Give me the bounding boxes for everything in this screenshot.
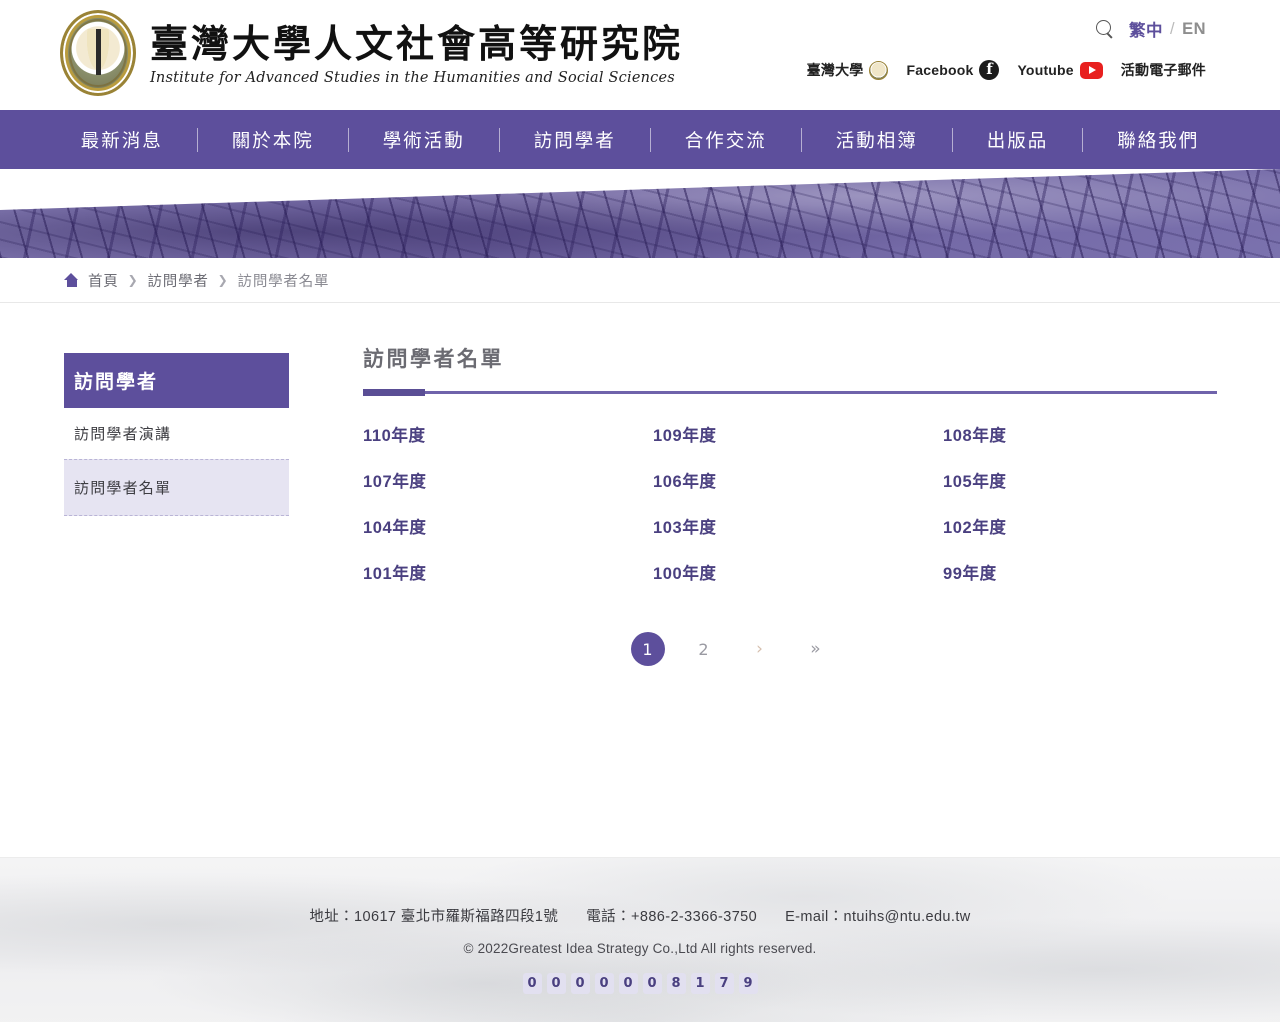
header-link-mail[interactable]: 活動電子郵件 [1121,60,1206,80]
site-footer: 地址：10617 臺北市羅斯福路四段1號 電話：+886-2-3366-3750… [0,857,1280,1022]
footer-address: 地址：10617 臺北市羅斯福路四段1號 [309,909,559,925]
sidebar-heading: 訪問學者 [64,353,289,408]
year-link[interactable]: 100年度 [653,560,943,584]
counter-digit: 7 [714,973,734,994]
youtube-icon [1079,61,1103,79]
counter-digit: 0 [546,973,566,994]
breadcrumb-item-visiting-scholars[interactable]: 訪問學者 [147,270,208,291]
nav-item-news[interactable]: 最新消息 [47,127,197,153]
lang-en-button[interactable]: EN [1182,20,1206,39]
footer-phone: 電話：+886-2-3366-3750 [586,909,758,925]
year-link[interactable]: 106年度 [653,468,943,492]
header-link-ntu[interactable]: 臺灣大學 [807,60,889,80]
sidebar-item-scholar-list[interactable]: 訪問學者名單 [64,459,289,516]
visitor-counter: 0 0 0 0 0 0 8 1 7 9 [0,973,1280,994]
sidebar-item-scholar-lectures[interactable]: 訪問學者演講 [64,408,289,459]
pagination-next-button[interactable]: › [743,632,777,666]
title-underline [363,389,1217,396]
header-external-links: 臺灣大學 Facebook Youtube 活動電子郵件 [807,60,1206,80]
footer-email[interactable]: E-mail：ntuihs@ntu.edu.tw [785,905,971,926]
year-link[interactable]: 107年度 [363,468,653,492]
counter-digit: 0 [618,973,638,994]
footer-contact-info: 地址：10617 臺北市羅斯福路四段1號 電話：+886-2-3366-3750… [0,905,1280,926]
nav-item-publications[interactable]: 出版品 [953,127,1083,153]
page-title: 訪問學者名單 [363,348,504,371]
year-link[interactable]: 104年度 [363,514,653,538]
nav-item-contact[interactable]: 聯絡我們 [1083,127,1233,153]
breadcrumb: 首頁 ❯ 訪問學者 ❯ 訪問學者名單 [64,270,329,291]
nav-item-cooperation[interactable]: 合作交流 [651,127,801,153]
chevron-right-icon: ❯ [217,273,229,287]
sidebar: 訪問學者 訪問學者演講 訪問學者名單 [64,353,289,516]
language-switcher: 繁中 / EN [1129,17,1206,41]
facebook-icon [979,60,1000,80]
lang-separator: / [1169,19,1176,38]
counter-digit: 0 [594,973,614,994]
home-icon[interactable] [64,273,79,287]
header-utilities: 繁中 / EN [1095,17,1206,41]
nav-item-visiting-scholars[interactable]: 訪問學者 [500,127,650,153]
year-link[interactable]: 109年度 [653,422,943,446]
main-navigation: 最新消息 關於本院 學術活動 訪問學者 合作交流 活動相簿 出版品 聯絡我們 [0,110,1280,169]
logo-text: 臺灣大學人文社會高等研究院 Institute for Advanced Stu… [150,20,683,87]
year-link[interactable]: 103年度 [653,514,943,538]
breadcrumb-item-current: 訪問學者名單 [237,273,330,290]
counter-digit: 0 [570,973,590,994]
main-panel: 訪問學者名單 110年度 109年度 108年度 107年度 106年度 105… [363,343,1217,666]
counter-digit: 0 [642,973,662,994]
nav-item-photo-album[interactable]: 活動相簿 [802,127,952,153]
year-link[interactable]: 101年度 [363,560,653,584]
counter-digit: 0 [522,973,542,994]
site-header: 臺灣大學人文社會高等研究院 Institute for Advanced Stu… [0,0,1280,110]
hero-banner-image [0,169,1280,258]
pagination-page-1[interactable]: 1 [630,632,665,666]
year-link[interactable]: 105年度 [943,468,1007,492]
footer-copyright: © 2022Greatest Idea Strategy Co.,Ltd All… [463,941,817,956]
chevron-right-icon: ❯ [127,273,139,287]
year-link[interactable]: 99年度 [943,560,997,584]
pagination-last-button[interactable]: » [799,632,833,666]
breadcrumb-item-home[interactable]: 首頁 [88,270,119,291]
breadcrumb-bar: 首頁 ❯ 訪問學者 ❯ 訪問學者名單 [0,258,1280,303]
pagination-page-2[interactable]: 2 [687,632,721,666]
header-link-mail-label: 活動電子郵件 [1120,62,1206,78]
pagination: 1 2 › » [363,632,1217,666]
counter-digit: 8 [666,973,686,994]
year-link-grid: 110年度 109年度 108年度 107年度 106年度 105年度 104年… [363,422,1217,584]
ntu-seal-icon [60,10,136,96]
counter-digit: 1 [690,973,710,994]
year-link[interactable]: 102年度 [943,514,1007,538]
header-link-ntu-label: 臺灣大學 [806,62,864,78]
header-link-facebook-label: Facebook [906,62,974,78]
search-icon[interactable] [1095,19,1115,39]
ntu-seal-icon [869,60,889,80]
year-link[interactable]: 110年度 [363,422,653,446]
nav-item-about[interactable]: 關於本院 [198,127,348,153]
nav-items: 最新消息 關於本院 學術活動 訪問學者 合作交流 活動相簿 出版品 聯絡我們 [47,127,1234,153]
header-link-facebook[interactable]: Facebook [906,60,1000,80]
header-link-youtube-label: Youtube [1017,62,1074,78]
lang-zh-button[interactable]: 繁中 [1129,17,1163,41]
year-link[interactable]: 108年度 [943,422,1007,446]
nav-item-academic-events[interactable]: 學術活動 [349,127,499,153]
header-link-youtube[interactable]: Youtube [1017,61,1103,79]
page-content: 訪問學者 訪問學者演講 訪問學者名單 訪問學者名單 110年度 109年度 10… [0,303,1280,857]
hero-banner [0,169,1280,258]
logo-title-en: Institute for Advanced Studies in the Hu… [150,70,675,87]
logo-title-zh: 臺灣大學人文社會高等研究院 [150,20,684,66]
site-logo[interactable]: 臺灣大學人文社會高等研究院 Institute for Advanced Stu… [60,10,683,96]
counter-digit: 9 [738,973,758,994]
